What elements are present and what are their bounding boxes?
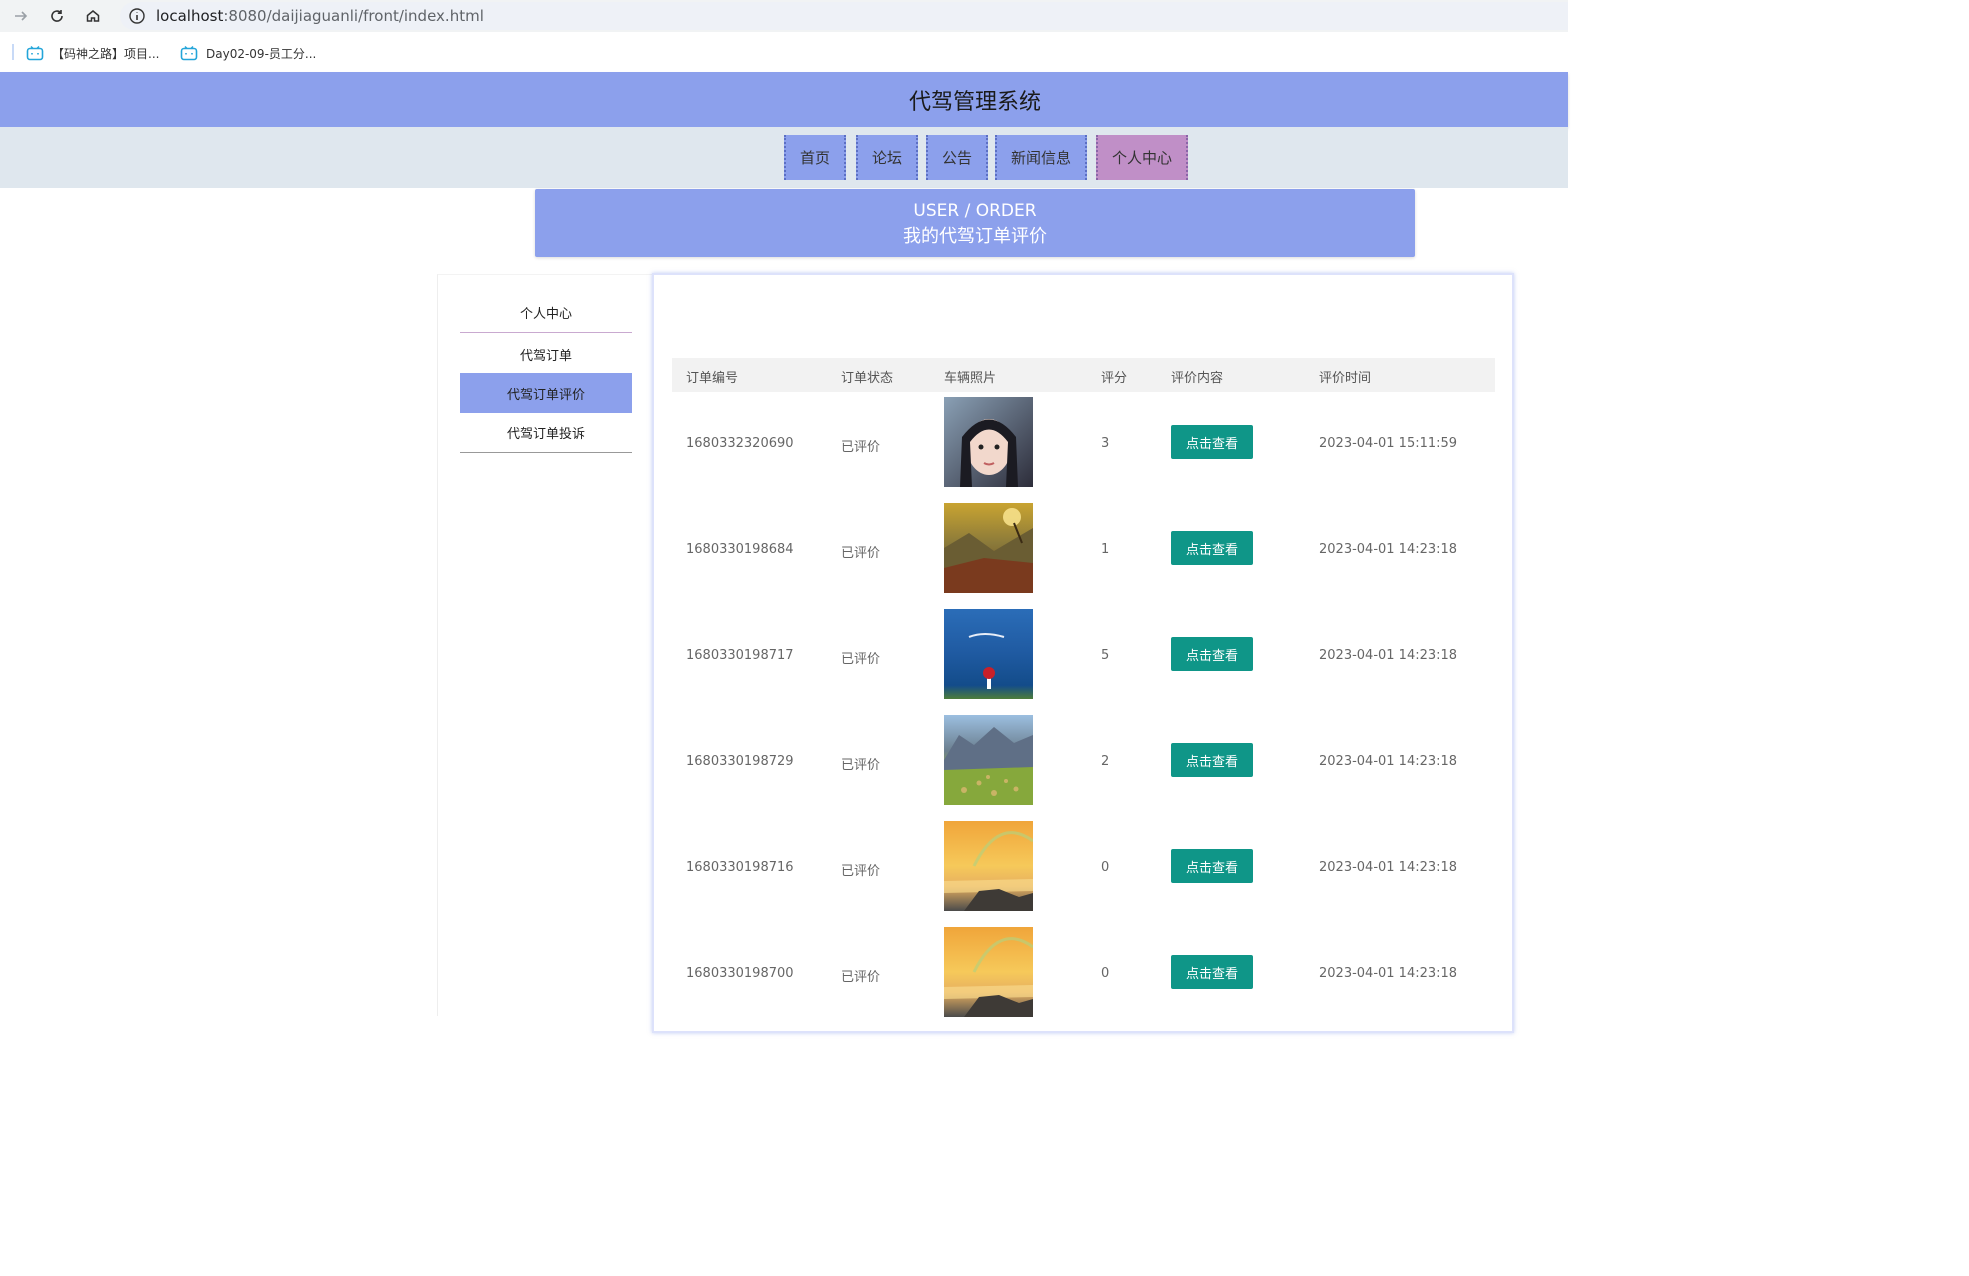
side-item-label: 代驾订单投诉	[506, 427, 585, 442]
score: 1	[1101, 542, 1110, 557]
nav-forum[interactable]: 论坛	[856, 135, 919, 180]
nav-label: 新闻信息	[1011, 149, 1072, 167]
order-status: 已评价	[841, 758, 881, 773]
view-review-button[interactable]: 点击查看	[1171, 531, 1253, 565]
review-time: 2023-04-01 15:11:59	[1319, 436, 1458, 451]
side-item-personal-center[interactable]: 个人中心	[460, 293, 632, 333]
column-header: 车辆照片	[944, 371, 997, 386]
url-text: localhost:8080/daijiaguanli/front/index.…	[156, 7, 484, 25]
bookmark-item[interactable]: Day02-09-员工分...	[180, 44, 316, 62]
order-number: 1680330198684	[686, 542, 794, 557]
column-header: 评价时间	[1319, 371, 1372, 386]
order-status: 已评价	[841, 652, 881, 667]
vehicle-photo	[944, 715, 1033, 805]
review-time: 2023-04-01 14:23:18	[1319, 754, 1458, 769]
url-path: :8080/daijiaguanli/front/index.html	[223, 7, 484, 25]
table-row: 1680332320690 已评价 3 2023-04-01 15:11:59 点击查看	[672, 397, 1495, 503]
nav-label: 公告	[942, 149, 973, 167]
order-status: 已评价	[841, 970, 881, 985]
score: 0	[1101, 966, 1110, 981]
table-row: 1680330198717 已评价 5 2023-04-01 14:23:18 点击查看	[672, 609, 1495, 715]
bookmark-label: 【码神之路】项目...	[52, 46, 160, 61]
banner-subtitle: USER / ORDER	[913, 201, 1037, 221]
table-row: 1680330198716 已评价 0 2023-04-01 14:23:18 点击查看	[672, 821, 1495, 927]
bilibili-icon	[26, 45, 44, 61]
review-time: 2023-04-01 14:23:18	[1319, 966, 1458, 981]
column-header: 评价内容	[1171, 371, 1224, 386]
view-review-button[interactable]: 点击查看	[1171, 743, 1253, 777]
forward-icon[interactable]	[9, 4, 33, 28]
order-number: 1680330198700	[686, 966, 794, 981]
page-title: 我的代驾订单评价	[903, 226, 1047, 247]
bilibili-icon	[180, 45, 198, 61]
vehicle-photo	[944, 609, 1033, 699]
nav-news[interactable]: 新闻信息	[995, 135, 1088, 180]
order-status: 已评价	[841, 440, 881, 455]
bookmarks-bar: 【码神之路】项目... Day02-09-员工分...	[0, 32, 1568, 72]
main-nav: 首页 论坛 公告 新闻信息 个人中心	[0, 127, 1568, 188]
order-number: 1680330198716	[686, 860, 794, 875]
view-review-button[interactable]: 点击查看	[1171, 425, 1253, 459]
table-row: 1680330198729 已评价 2 2023-04-01 14:23:18 点击查看	[672, 715, 1495, 821]
order-number: 1680330198717	[686, 648, 794, 663]
column-header: 订单编号	[686, 371, 739, 386]
order-number: 1680332320690	[686, 436, 794, 451]
side-item-order-reviews[interactable]: 代驾订单评价	[460, 373, 632, 413]
bookmark-item[interactable]: 【码神之路】项目...	[26, 44, 159, 62]
vehicle-photo	[944, 821, 1034, 911]
nav-label: 个人中心	[1112, 149, 1173, 167]
table-row: 1680330198684 已评价 1 2023-04-01 14:23:18 点击查看	[672, 503, 1495, 609]
reload-icon[interactable]	[45, 4, 69, 28]
score: 5	[1101, 648, 1110, 663]
review-time: 2023-04-01 14:23:18	[1319, 542, 1458, 557]
order-status: 已评价	[841, 864, 881, 879]
info-icon[interactable]	[128, 7, 146, 29]
view-review-button[interactable]: 点击查看	[1171, 637, 1253, 671]
nav-label: 论坛	[872, 149, 903, 167]
browser-toolbar: localhost:8080/daijiaguanli/front/index.…	[0, 0, 1568, 32]
side-item-label: 个人中心	[519, 307, 572, 322]
content-panel: 订单编号 订单状态 车辆照片 评分 评价内容 评价时间 168033232069…	[652, 273, 1514, 1033]
column-header: 订单状态	[841, 371, 894, 386]
site-header: 代驾管理系统	[0, 72, 1568, 127]
order-status: 已评价	[841, 546, 881, 561]
table-row: 1680330198700 已评价 0 2023-04-01 14:23:18 点击查看	[672, 927, 1495, 1033]
order-number: 1680330198729	[686, 754, 794, 769]
side-item-complaints[interactable]: 代驾订单投诉	[460, 413, 632, 453]
side-item-orders[interactable]: 代驾订单	[460, 334, 632, 374]
site-title: 代驾管理系统	[908, 90, 1041, 115]
view-review-button[interactable]: 点击查看	[1171, 955, 1253, 989]
url-host: localhost	[156, 7, 224, 25]
vehicle-photo	[944, 503, 1033, 593]
review-time: 2023-04-01 14:23:18	[1319, 648, 1458, 663]
vehicle-photo	[944, 397, 1033, 487]
score: 3	[1101, 436, 1110, 451]
nav-personal-center[interactable]: 个人中心	[1096, 135, 1189, 180]
table-header: 订单编号 订单状态 车辆照片 评分 评价内容 评价时间	[672, 358, 1495, 392]
score: 2	[1101, 754, 1110, 769]
page-banner: USER / ORDER 我的代驾订单评价	[535, 189, 1415, 257]
nav-home[interactable]: 首页	[784, 135, 847, 180]
side-item-label: 代驾订单	[519, 348, 572, 364]
view-review-button[interactable]: 点击查看	[1171, 849, 1253, 883]
home-icon[interactable]	[81, 4, 105, 28]
nav-label: 首页	[800, 149, 831, 167]
review-time: 2023-04-01 14:23:18	[1319, 860, 1458, 875]
side-menu: 个人中心 代驾订单 代驾订单评价 代驾订单投诉	[437, 274, 652, 1016]
nav-notice[interactable]: 公告	[926, 135, 989, 180]
side-item-label: 代驾订单评价	[506, 387, 585, 403]
score: 0	[1101, 860, 1110, 875]
column-header: 评分	[1101, 371, 1128, 386]
bookmarks-divider	[12, 44, 14, 60]
address-bar[interactable]: localhost:8080/daijiaguanli/front/index.…	[120, 2, 1568, 30]
bookmark-label: Day02-09-员工分...	[206, 46, 317, 61]
vehicle-photo	[944, 927, 1034, 1017]
